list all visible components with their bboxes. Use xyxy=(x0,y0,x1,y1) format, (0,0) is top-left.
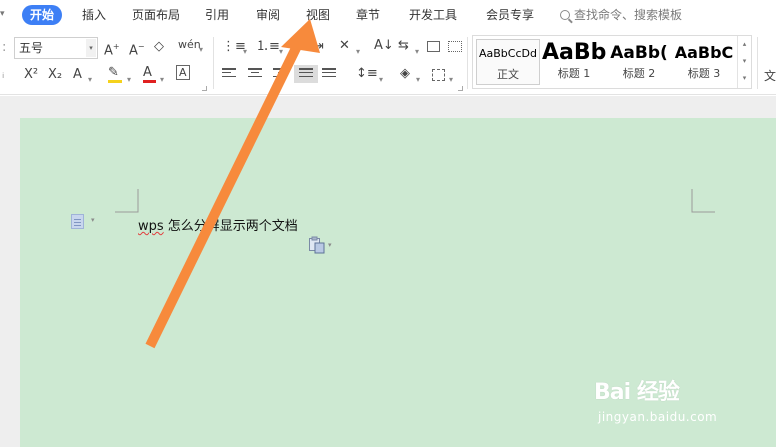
watermark-logo: Bai 经验 xyxy=(594,380,680,405)
watermark: Bai 经验 jingyan.baidu.com xyxy=(590,370,770,430)
document-body-text[interactable]: wps 怎么分屏显示两个文档 xyxy=(138,215,298,234)
paste-options-icon[interactable] xyxy=(308,236,326,254)
chevron-down-icon[interactable]: ▾ xyxy=(328,241,332,249)
document-icon[interactable] xyxy=(71,214,84,229)
watermark-url: jingyan.baidu.com xyxy=(598,410,718,424)
document-text-lead: wps xyxy=(138,219,164,234)
document-text-rest: 怎么分屏显示两个文档 xyxy=(163,219,298,234)
chevron-down-icon[interactable]: ▾ xyxy=(91,216,95,224)
